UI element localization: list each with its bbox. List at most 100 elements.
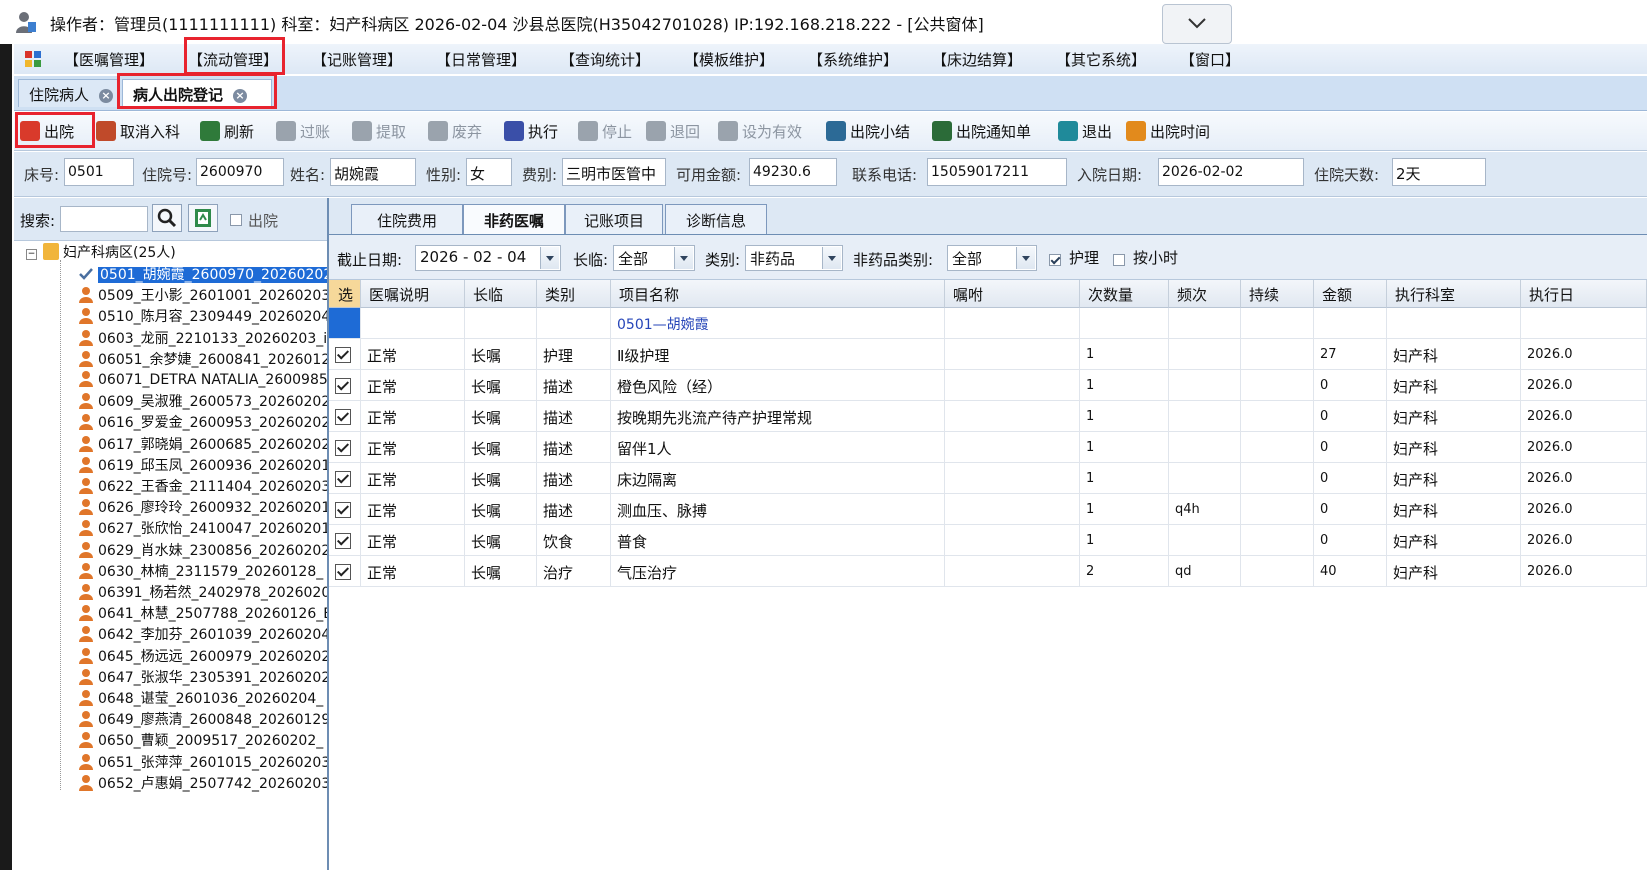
collapse-icon[interactable]: −	[26, 249, 37, 260]
app-menu-icon[interactable]	[24, 50, 42, 68]
menu-template-maintenance[interactable]: 【模板维护】	[684, 49, 774, 70]
toolbar-button-0[interactable]: 出院	[20, 118, 74, 144]
table-group-row[interactable]: 0501—胡婉霞	[329, 308, 1647, 339]
tree-item-patient[interactable]: 0649_廖燕清_2600848_20260129	[78, 709, 327, 730]
toolbar-button-7[interactable]: 停止	[578, 118, 632, 144]
tree-item-patient[interactable]: 0641_林慧_2507788_20260126_E	[78, 603, 327, 624]
column-header[interactable]: 金额	[1314, 280, 1387, 308]
tree-item-patient[interactable]: 06071_DETRA NATALIA_2600985_	[78, 370, 327, 391]
row-checkbox[interactable]	[335, 378, 351, 394]
tree-item-patient[interactable]: 0622_王香金_2111404_20260203	[78, 476, 327, 497]
table-row[interactable]: 正常 长嘱 描述 留伴1人 1 0 妇产科 2026.0	[329, 432, 1647, 463]
table-row[interactable]: 正常 长嘱 描述 按晚期先兆流产待产护理常规 1 0 妇产科 2026.0	[329, 401, 1647, 432]
tree-item-patient[interactable]: 0650_曹颖_2009517_20260202_	[78, 730, 323, 751]
hourly-checkbox[interactable]	[1113, 251, 1125, 269]
toolbar-button-13[interactable]: 出院时间	[1126, 118, 1210, 144]
inpatient-no-field[interactable]: 2600970	[196, 158, 284, 186]
tree-item-patient[interactable]: 0619_邱玉凤_2600936_20260201	[78, 455, 327, 476]
close-icon[interactable]: ×	[99, 89, 114, 103]
tab-billing-items[interactable]: 记账项目	[565, 204, 663, 234]
column-header[interactable]: 项目名称	[611, 280, 945, 308]
window-dropdown-button[interactable]	[1162, 4, 1232, 44]
toolbar-button-5[interactable]: 废弃	[428, 118, 482, 144]
toolbar-button-12[interactable]: 退出	[1058, 118, 1112, 144]
tree-item-patient[interactable]: 06391_杨若然_2402978_2026020	[78, 582, 327, 603]
row-checkbox[interactable]	[335, 440, 351, 456]
column-header[interactable]: 医嘱说明	[361, 280, 465, 308]
table-row[interactable]: 正常 长嘱 描述 测血压、脉搏 1 q4h 0 妇产科 2026.0	[329, 494, 1647, 525]
menu-order-management[interactable]: 【医嘱管理】	[64, 49, 154, 70]
tab-inpatients[interactable]: 住院病人 ×	[18, 79, 118, 107]
menu-query-statistics[interactable]: 【查询统计】	[560, 49, 650, 70]
toolbar-button-6[interactable]: 执行	[504, 118, 558, 144]
tree-item-patient[interactable]: 0630_林楠_2311579_20260128_	[78, 561, 323, 582]
tree-item-patient[interactable]: 0627_张欣怡_2410047_20260201	[78, 518, 327, 539]
column-header[interactable]: 选	[329, 280, 361, 308]
balance-field[interactable]: 49230.6	[749, 158, 837, 186]
row-checkbox[interactable]	[335, 564, 351, 580]
tree-item-patient[interactable]: 0642_李加芬_2601039_20260204	[78, 624, 327, 645]
menu-daily-management[interactable]: 【日常管理】	[436, 49, 526, 70]
tree-item-patient[interactable]: 0648_谌莹_2601036_20260204_	[78, 688, 323, 709]
chevron-down-icon[interactable]	[540, 247, 559, 269]
locate-button[interactable]	[188, 204, 218, 232]
fee-type-field[interactable]: 三明市医管中	[562, 158, 666, 186]
menu-flow-management[interactable]: 【流动管理】	[188, 49, 278, 70]
table-row[interactable]: 正常 长嘱 饮食 普食 1 0 妇产科 2026.0	[329, 525, 1647, 556]
column-header[interactable]: 频次	[1169, 280, 1241, 308]
tab-diagnosis-info[interactable]: 诊断信息	[665, 204, 767, 234]
menu-billing-management[interactable]: 【记账管理】	[312, 49, 402, 70]
nondrug-category-select[interactable]: 全部	[947, 245, 1037, 271]
menu-bedside-settlement[interactable]: 【床边结算】	[932, 49, 1022, 70]
toolbar-button-4[interactable]: 提取	[352, 118, 406, 144]
tree-item-patient[interactable]: 0509_王小影_2601001_20260203	[78, 285, 327, 306]
discharged-checkbox[interactable]	[230, 211, 242, 229]
chevron-down-icon[interactable]	[674, 247, 693, 269]
toolbar-button-3[interactable]: 过账	[276, 118, 330, 144]
toolbar-button-8[interactable]: 退回	[646, 118, 700, 144]
tree-item-patient[interactable]: 06051_余梦婕_2600841_2026012	[78, 349, 327, 370]
tree-item-patient[interactable]: 0651_张萍萍_2601015_20260203	[78, 752, 327, 773]
tab-inpatient-fees[interactable]: 住院费用	[351, 204, 463, 234]
search-input[interactable]	[60, 206, 148, 232]
column-header[interactable]: 执行日	[1521, 280, 1647, 308]
tab-nondrug-orders[interactable]: 非药医嘱	[463, 204, 565, 234]
tree-item-patient[interactable]: 0647_张淑华_2305391_20260202	[78, 667, 327, 688]
tree-item-patient[interactable]: 0501_胡婉霞_2600970_20260202	[78, 264, 327, 285]
column-header[interactable]: 次数量	[1080, 280, 1169, 308]
sex-field[interactable]: 女	[466, 158, 512, 186]
row-checkbox[interactable]	[335, 533, 351, 549]
tree-item-patient[interactable]: 0629_肖水妹_2300856_20260202	[78, 540, 327, 561]
tree-item-patient[interactable]: 0645_杨远远_2600979_20260202	[78, 646, 327, 667]
column-header[interactable]: 类别	[537, 280, 611, 308]
search-button[interactable]	[152, 204, 182, 232]
table-row[interactable]: 正常 长嘱 治疗 气压治疗 2 qd 40 妇产科 2026.0	[329, 556, 1647, 587]
days-field[interactable]: 2天	[1392, 158, 1486, 186]
toolbar-button-2[interactable]: 刷新	[200, 118, 254, 144]
tree-item-patient[interactable]: 0609_吴淑雅_2600573_20260202	[78, 391, 327, 412]
close-icon[interactable]: ×	[233, 89, 248, 103]
bed-field[interactable]: 0501	[64, 158, 134, 186]
end-date-picker[interactable]: 2026 - 02 - 04	[415, 245, 561, 271]
table-row[interactable]: 正常 长嘱 描述 橙色风险（经） 1 0 妇产科 2026.0	[329, 370, 1647, 401]
table-row[interactable]: 正常 长嘱 描述 床边隔离 1 0 妇产科 2026.0	[329, 463, 1647, 494]
menu-window[interactable]: 【窗口】	[1180, 49, 1240, 70]
row-checkbox[interactable]	[335, 347, 351, 363]
category-select[interactable]: 非药品	[745, 245, 843, 271]
tree-item-patient[interactable]: 0603_龙丽_2210133_20260203_i	[78, 328, 327, 349]
long-select[interactable]: 全部	[613, 245, 695, 271]
column-header[interactable]: 嘱咐	[945, 280, 1080, 308]
table-row[interactable]: 正常 长嘱 护理 Ⅱ级护理 1 27 妇产科 2026.0	[329, 339, 1647, 370]
chevron-down-icon[interactable]	[1016, 247, 1035, 269]
tree-item-patient[interactable]: 0652_卢惠娟_2507742_20260203	[78, 773, 327, 794]
name-field[interactable]: 胡婉霞	[330, 158, 416, 186]
toolbar-button-1[interactable]: 取消入科	[96, 118, 180, 144]
toolbar-button-11[interactable]: 出院通知单	[932, 118, 1031, 144]
tree-item-patient[interactable]: 0510_陈月容_2309449_20260204	[78, 306, 327, 327]
admit-date-field[interactable]: 2026-02-02	[1158, 158, 1304, 186]
row-checkbox[interactable]	[335, 502, 351, 518]
row-checkbox[interactable]	[335, 471, 351, 487]
toolbar-button-10[interactable]: 出院小结	[826, 118, 910, 144]
column-header[interactable]: 持续	[1241, 280, 1314, 308]
phone-field[interactable]: 15059017211	[927, 158, 1067, 186]
